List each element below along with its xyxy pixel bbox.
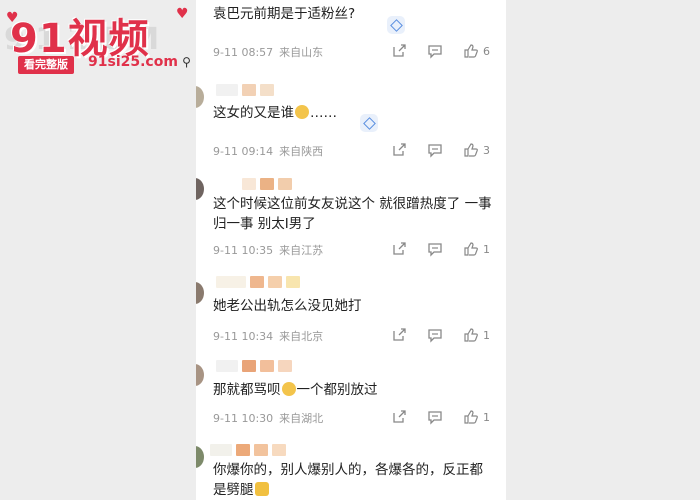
watermark-url[interactable]: 91si25.com ⚲ [88,54,191,70]
comment-icon[interactable] [427,43,443,59]
share-icon[interactable] [391,409,407,425]
comment-location: 来自北京 [279,330,324,343]
thumbs-up-icon[interactable] [463,409,479,425]
like-count: 1 [483,242,490,256]
comment-actions: 6 [391,43,490,59]
comment-text: 那就都骂呗 一个都别放过 [213,380,493,400]
diamond-badge-icon [360,114,378,132]
like-count: 3 [483,143,490,157]
comment-actions: 3 [391,142,490,158]
heart-icon: ♥ [176,6,189,22]
comment-meta: 9-11 10:34 来自北京 [213,328,329,344]
comment-location: 来自陕西 [279,145,324,158]
thumbs-up-icon[interactable] [463,241,479,257]
comment-text: 你爆你的，别人爆别人的，各爆各的，反正都是劈腿 [213,460,493,500]
comment-icon[interactable] [427,409,443,425]
thumbs-up-icon[interactable] [463,327,479,343]
comment-text: 这女的又是谁 …… [213,103,493,123]
avatar[interactable] [196,282,204,304]
username-blurred[interactable] [216,360,292,372]
comment-text: 袁巴元前期是于适粉丝? [213,4,493,24]
comment-time: 9-11 09:14 [213,145,274,158]
share-icon[interactable] [391,142,407,158]
comment-text-main: 袁巴元前期是于适粉丝? [213,6,356,22]
comment-text: 这个时候这位前女友说这个 就很蹭热度了 一事归一事 别太I男了 [213,196,492,232]
comment-meta: 9-11 08:57 来自山东 [213,44,329,60]
watermark-logo: 9 1 1 1 M ♥ ♥ 91视频 看完整版 91si25.com ⚲ [4,4,213,84]
comment-location: 来自湖北 [279,412,324,425]
comment-time: 9-11 10:34 [213,330,274,343]
comment-icon[interactable] [427,327,443,343]
avatar[interactable] [196,364,204,386]
watermark-url-text: 91si25.com [88,54,178,70]
comment-location: 来自江苏 [279,244,324,257]
like-count: 1 [483,410,490,424]
share-icon[interactable] [391,241,407,257]
comment-actions: 1 [391,241,490,257]
comment-time: 9-11 10:30 [213,412,274,425]
cat-emoji-icon [254,482,269,496]
comment-text-main: 这女的又是谁 [213,105,294,121]
comment-location: 来自山东 [279,46,324,59]
like-count: 1 [483,328,490,342]
diamond-badge-icon [387,16,405,34]
comment-meta: 9-11 10:35 来自江苏 [213,242,329,258]
search-icon: ⚲ [177,55,191,69]
like-count: 6 [483,44,490,58]
comment-time: 9-11 10:35 [213,244,274,257]
thumbs-up-icon[interactable] [463,142,479,158]
thumbs-up-icon[interactable] [463,43,479,59]
comment-text: 她老公出轨怎么没见她打 [213,298,362,314]
laughing-emoji-icon [295,105,309,119]
comment-actions: 1 [391,327,490,343]
comment-text-main: 你爆你的，别人爆别人的，各爆各的，反正都是劈腿 [213,462,483,498]
username-blurred[interactable] [216,84,274,96]
avatar[interactable] [196,446,204,468]
comment-panel: 袁巴元前期是于适粉丝? 9-11 08:57 来自山东 6 这女的又是谁 …… 9-… [196,0,506,500]
comment-icon[interactable] [427,142,443,158]
username-blurred[interactable] [242,178,292,190]
right-background [506,0,700,500]
comment-actions: 1 [391,409,490,425]
comment-icon[interactable] [427,241,443,257]
watermark-badge[interactable]: 看完整版 [18,56,74,74]
share-icon[interactable] [391,327,407,343]
avatar[interactable] [196,86,204,108]
share-icon[interactable] [391,43,407,59]
comment-text-suffix: 一个都别放过 [296,382,378,398]
grin-emoji-icon [281,382,296,396]
comment-meta: 9-11 10:30 来自湖北 [213,410,329,426]
comment-text-suffix: …… [310,105,337,121]
username-blurred[interactable] [216,276,300,288]
avatar[interactable] [196,178,204,200]
comment-time: 9-11 08:57 [213,46,274,59]
username-blurred[interactable] [210,444,286,456]
comment-text-main: 那就都骂呗 [213,382,281,398]
comment-meta: 9-11 09:14 来自陕西 [213,143,329,159]
